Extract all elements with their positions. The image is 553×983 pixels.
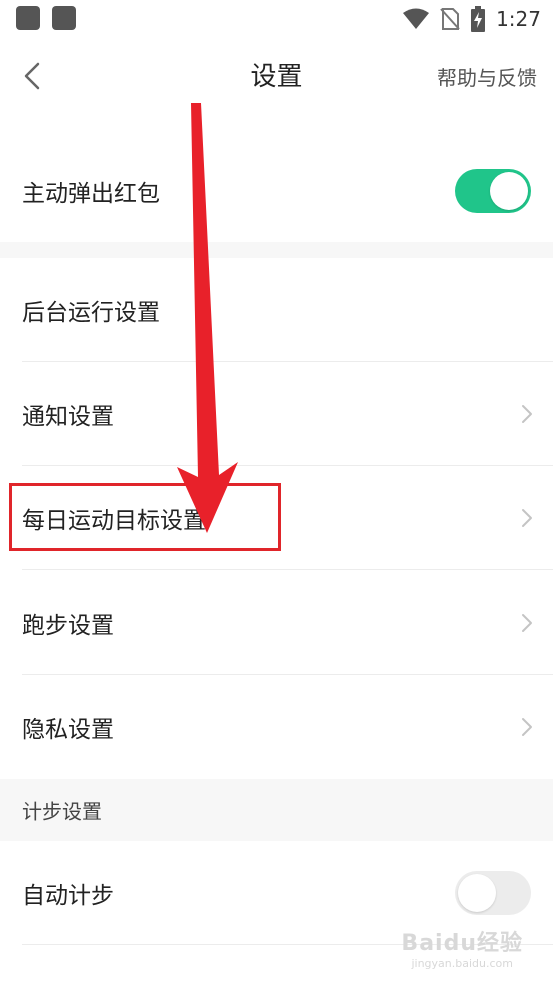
row-divider xyxy=(22,944,553,945)
chevron-right-icon xyxy=(522,718,532,736)
settings-row-running[interactable]: 跑步设置 xyxy=(0,570,553,675)
help-feedback-link[interactable]: 帮助与反馈 xyxy=(437,62,537,91)
battery-charging-icon xyxy=(471,6,486,32)
app-notification-icon xyxy=(52,6,76,30)
row-label: 主动弹出红包 xyxy=(22,181,160,207)
chevron-right-icon xyxy=(522,509,532,527)
settings-row-daily-goal[interactable]: 每日运动目标设置 xyxy=(0,466,553,570)
watermark-sub: jingyan.baidu.com xyxy=(411,957,513,970)
status-time: 1:27 xyxy=(496,7,541,31)
chevron-right-icon xyxy=(522,613,532,632)
app-header: 设置 帮助与反馈 xyxy=(0,38,553,112)
settings-row-auto-popup: 主动弹出红包 xyxy=(0,140,553,242)
toggle-knob xyxy=(458,874,496,912)
settings-row-auto-step: 自动计步 xyxy=(0,841,553,945)
chevron-right-icon xyxy=(522,405,532,423)
settings-row-privacy[interactable]: 隐私设置 xyxy=(0,675,553,779)
section-header-label: 计步设置 xyxy=(22,799,102,824)
wifi-icon xyxy=(403,8,430,29)
no-sim-icon xyxy=(440,8,460,30)
row-label: 每日运动目标设置 xyxy=(22,508,206,534)
auto-step-toggle[interactable] xyxy=(455,871,531,915)
auto-popup-toggle[interactable] xyxy=(455,169,531,213)
settings-row-notification[interactable]: 通知设置 xyxy=(0,362,553,466)
row-label: 自动计步 xyxy=(22,883,114,909)
row-label: 隐私设置 xyxy=(22,717,114,743)
toggle-knob xyxy=(490,172,528,210)
section-header-step-settings: 计步设置 xyxy=(0,779,553,841)
row-label: 通知设置 xyxy=(22,404,114,430)
status-icons: 1:27 xyxy=(402,4,541,34)
row-label: 跑步设置 xyxy=(22,612,114,639)
status-bar: 1:27 xyxy=(0,0,553,38)
section-gap xyxy=(0,242,553,258)
settings-row-background-run[interactable]: 后台运行设置 xyxy=(0,258,553,362)
app-notification-icon xyxy=(16,6,40,30)
row-label: 后台运行设置 xyxy=(22,300,160,326)
